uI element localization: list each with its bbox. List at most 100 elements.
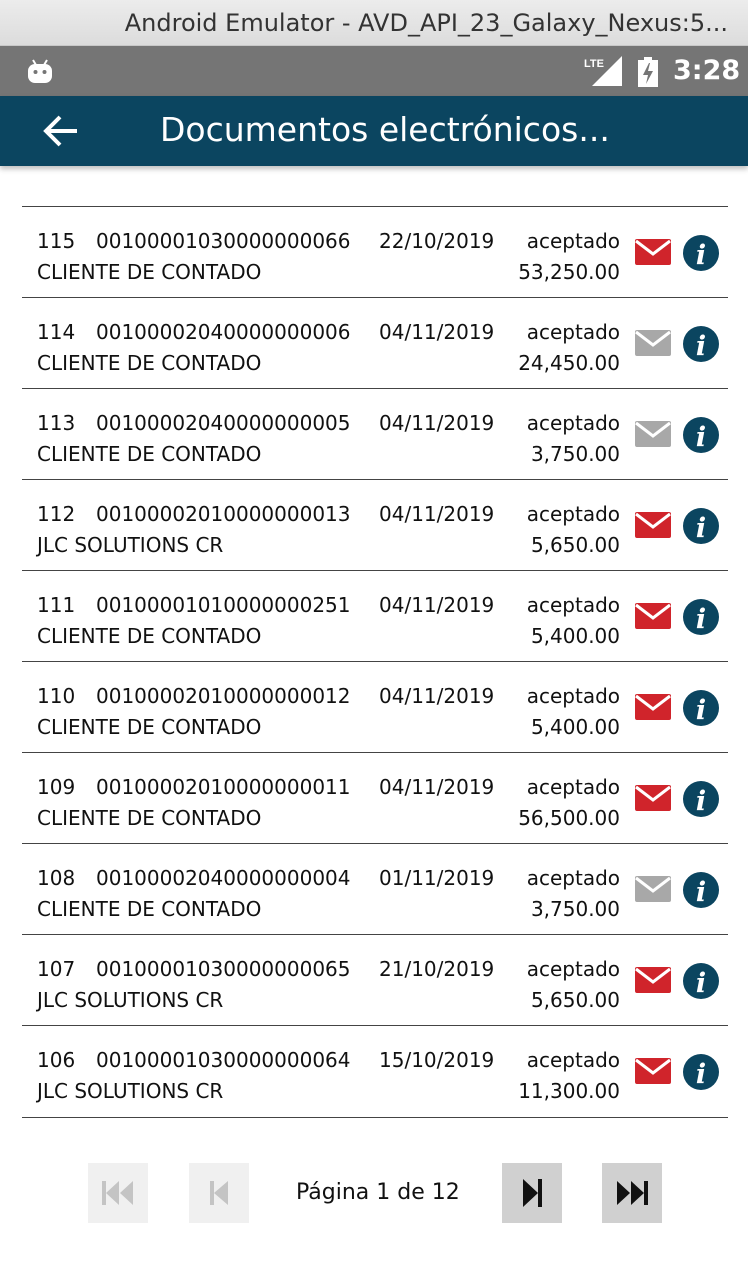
svg-text:i: i: [696, 422, 706, 453]
document-row[interactable]: 112 00100002010000000013 04/11/2019 acept…: [22, 479, 728, 570]
info-icon[interactable]: i: [683, 872, 719, 912]
svg-text:i: i: [696, 331, 706, 362]
document-number: 115: [37, 229, 76, 253]
document-status: aceptado: [526, 502, 620, 526]
svg-text:i: i: [696, 604, 706, 635]
info-icon[interactable]: i: [683, 599, 719, 639]
document-status: aceptado: [526, 957, 620, 981]
mail-icon[interactable]: [635, 603, 671, 633]
document-amount: 11,300.00: [518, 1079, 620, 1103]
document-client: CLIENTE DE CONTADO: [37, 624, 262, 648]
mail-icon[interactable]: [635, 239, 671, 269]
document-number: 109: [37, 775, 76, 799]
info-icon[interactable]: i: [683, 326, 719, 366]
mail-icon[interactable]: [635, 1058, 671, 1088]
document-row[interactable]: 106 00100001030000000064 15/10/2019 acept…: [22, 1025, 728, 1118]
skip-next-icon: [523, 1179, 542, 1207]
mail-icon[interactable]: [635, 785, 671, 815]
svg-text:i: i: [696, 968, 706, 999]
info-icon[interactable]: i: [683, 508, 719, 548]
mail-icon[interactable]: [635, 512, 671, 542]
document-line1: 111 00100001010000000251: [37, 593, 351, 617]
document-line1: 106 00100001030000000064: [37, 1048, 351, 1072]
skip-last-icon: [617, 1181, 648, 1205]
document-row[interactable]: 115 00100001030000000066 22/10/2019 acept…: [22, 206, 728, 297]
svg-text:i: i: [696, 513, 706, 544]
app-bar: Documentos electrónicos...: [0, 96, 748, 166]
mail-icon[interactable]: [635, 876, 671, 906]
document-client: CLIENTE DE CONTADO: [37, 715, 262, 739]
svg-text:i: i: [696, 786, 706, 817]
document-number: 108: [37, 866, 76, 890]
svg-text:i: i: [696, 240, 706, 271]
document-key: 00100002040000000004: [96, 866, 351, 890]
last-page-button[interactable]: [602, 1163, 662, 1223]
document-list: 115 00100001030000000066 22/10/2019 acept…: [22, 206, 728, 1118]
status-clock: 3:28: [673, 55, 741, 86]
android-icon: [26, 58, 54, 88]
document-client: CLIENTE DE CONTADO: [37, 897, 262, 921]
document-row[interactable]: 108 00100002040000000004 01/11/2019 acept…: [22, 843, 728, 934]
document-key: 00100002010000000012: [96, 684, 351, 708]
document-client: JLC SOLUTIONS CR: [37, 1079, 224, 1103]
document-amount: 53,250.00: [518, 260, 620, 284]
document-line1: 108 00100002040000000004: [37, 866, 351, 890]
document-date: 22/10/2019: [379, 229, 495, 253]
document-amount: 24,450.00: [518, 351, 620, 375]
document-amount: 5,650.00: [530, 533, 620, 557]
info-icon[interactable]: i: [683, 235, 719, 275]
arrow-back-icon[interactable]: [42, 112, 80, 154]
document-number: 111: [37, 593, 76, 617]
document-client: CLIENTE DE CONTADO: [37, 351, 262, 375]
skip-first-icon: [102, 1181, 133, 1205]
document-client: JLC SOLUTIONS CR: [37, 533, 224, 557]
document-date: 04/11/2019: [379, 775, 495, 799]
document-status: aceptado: [526, 775, 620, 799]
status-bar: LTE 3:28: [0, 46, 748, 96]
svg-text:i: i: [696, 1059, 706, 1090]
document-status: aceptado: [526, 1048, 620, 1072]
document-status: aceptado: [526, 229, 620, 253]
document-number: 112: [37, 502, 76, 526]
document-row[interactable]: 113 00100002040000000005 04/11/2019 acept…: [22, 388, 728, 479]
document-line1: 115 00100001030000000066: [37, 229, 351, 253]
info-icon[interactable]: i: [683, 963, 719, 1003]
first-page-button[interactable]: [88, 1163, 148, 1223]
document-number: 107: [37, 957, 76, 981]
document-key: 00100001010000000251: [96, 593, 351, 617]
document-client: CLIENTE DE CONTADO: [37, 442, 262, 466]
document-row[interactable]: 111 00100001010000000251 04/11/2019 acept…: [22, 570, 728, 661]
document-date: 04/11/2019: [379, 320, 495, 344]
document-number: 110: [37, 684, 76, 708]
document-status: aceptado: [526, 593, 620, 617]
info-icon[interactable]: i: [683, 781, 719, 821]
document-line1: 113 00100002040000000005: [37, 411, 351, 435]
document-status: aceptado: [526, 684, 620, 708]
document-date: 01/11/2019: [379, 866, 495, 890]
document-row[interactable]: 107 00100001030000000065 21/10/2019 acept…: [22, 934, 728, 1025]
lte-signal-icon: LTE: [584, 56, 624, 90]
document-client: JLC SOLUTIONS CR: [37, 988, 224, 1012]
info-icon[interactable]: i: [683, 417, 719, 457]
document-amount: 5,400.00: [530, 624, 620, 648]
mail-icon[interactable]: [635, 694, 671, 724]
previous-page-button[interactable]: [189, 1163, 249, 1223]
mail-icon[interactable]: [635, 967, 671, 997]
document-number: 106: [37, 1048, 76, 1072]
document-key: 00100002040000000006: [96, 320, 351, 344]
document-status: aceptado: [526, 320, 620, 344]
document-row[interactable]: 109 00100002010000000011 04/11/2019 acept…: [22, 752, 728, 843]
next-page-button[interactable]: [502, 1163, 562, 1223]
document-line1: 110 00100002010000000012: [37, 684, 351, 708]
window-titlebar: Android Emulator - AVD_API_23_Galaxy_Nex…: [0, 0, 748, 46]
document-line1: 109 00100002010000000011: [37, 775, 351, 799]
info-icon[interactable]: i: [683, 690, 719, 730]
mail-icon[interactable]: [635, 421, 671, 451]
document-row[interactable]: 114 00100002040000000006 04/11/2019 acept…: [22, 297, 728, 388]
document-number: 114: [37, 320, 76, 344]
info-icon[interactable]: i: [683, 1054, 719, 1094]
page-indicator: Página 1 de 12: [296, 1180, 460, 1205]
document-row[interactable]: 110 00100002010000000012 04/11/2019 acept…: [22, 661, 728, 752]
mail-icon[interactable]: [635, 330, 671, 360]
document-client: CLIENTE DE CONTADO: [37, 260, 262, 284]
